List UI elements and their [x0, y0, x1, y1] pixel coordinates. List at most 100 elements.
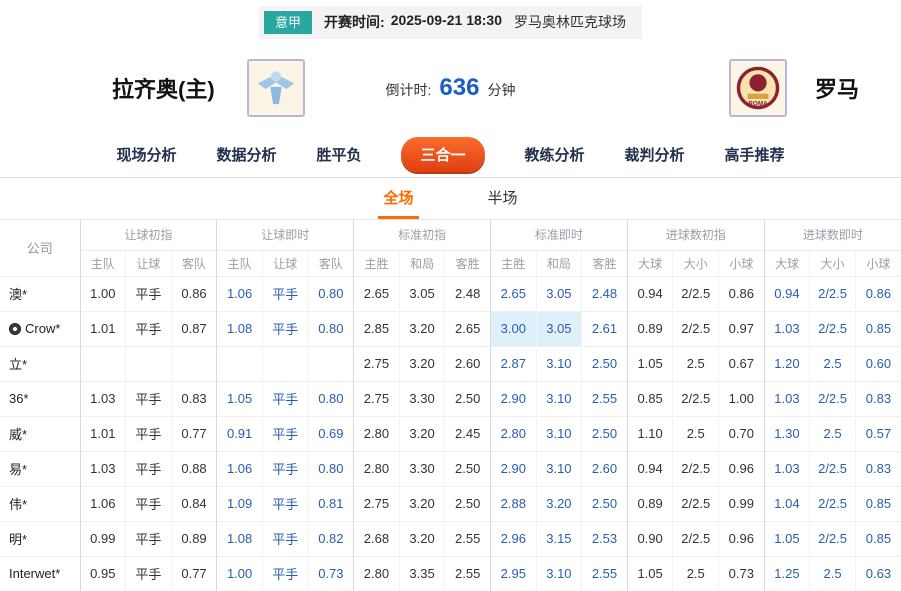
nav-tab-coach-analysis[interactable]: 教练分析: [525, 144, 585, 165]
odds-cell: 2/2.5: [810, 451, 856, 486]
odds-cell: 0.73: [719, 556, 765, 591]
home-team: 拉齐奥(主): [0, 59, 386, 117]
odds-cell: 2.48: [582, 276, 628, 311]
odds-cell: 2.65: [445, 311, 491, 346]
subtab-full-match[interactable]: 全场: [378, 187, 418, 219]
nav-tab-data-analysis[interactable]: 数据分析: [216, 144, 276, 165]
odds-cell: 0.96: [719, 521, 765, 556]
odds-cell: 0.95: [80, 556, 126, 591]
odds-cell: 0.85: [855, 521, 901, 556]
bookmaker-name[interactable]: 36*: [0, 381, 80, 416]
odds-cell: 2/2.5: [673, 451, 719, 486]
odds-cell: [217, 346, 263, 381]
odds-cell: 平手: [262, 311, 308, 346]
league-badge[interactable]: 意甲: [264, 11, 312, 34]
odds-cell: 1.10: [627, 416, 673, 451]
odds-cell: 0.83: [855, 381, 901, 416]
column-header: 客胜: [445, 250, 491, 276]
odds-cell: 2.75: [354, 381, 400, 416]
odds-cell: 平手: [262, 276, 308, 311]
group-header: 让球初指: [80, 220, 217, 250]
odds-cell: 平手: [126, 521, 172, 556]
odds-cell: 3.05: [399, 276, 445, 311]
odds-cell: 3.15: [536, 521, 582, 556]
nav-tab-referee-analysis[interactable]: 裁判分析: [625, 144, 685, 165]
bookmaker-name[interactable]: 澳*: [0, 276, 80, 311]
odds-cell: 2.50: [445, 381, 491, 416]
odds-cell: 0.57: [855, 416, 901, 451]
odds-cell: 平手: [126, 451, 172, 486]
odds-cell: 0.77: [171, 556, 217, 591]
odds-cell: 1.03: [764, 381, 810, 416]
odds-cell: 2/2.5: [810, 486, 856, 521]
match-header: 拉齐奥(主) 倒计时: 636 分钟 ROMA: [0, 44, 901, 132]
odds-cell: 0.73: [308, 556, 354, 591]
odds-cell: 2/2.5: [810, 381, 856, 416]
bookmaker-name[interactable]: 立*: [0, 346, 80, 381]
bookmaker-name[interactable]: 威*: [0, 416, 80, 451]
odds-cell: 平手: [262, 556, 308, 591]
nav-tab-expert-recommend[interactable]: 高手推荐: [725, 144, 785, 165]
bookmaker-name[interactable]: 明*: [0, 521, 80, 556]
odds-cell: 0.97: [719, 311, 765, 346]
bookmaker-name[interactable]: Interwet*: [0, 556, 80, 591]
odds-cell: 0.85: [855, 486, 901, 521]
lazio-eagle-icon: [253, 65, 299, 111]
countdown-value: 636: [439, 74, 479, 102]
bookmaker-name[interactable]: 易*: [0, 451, 80, 486]
column-header: 小球: [719, 250, 765, 276]
odds-cell: [262, 346, 308, 381]
column-header: 主队: [217, 250, 263, 276]
nav-tab-win-draw-lose[interactable]: 胜平负: [316, 144, 361, 165]
odds-cell: 2.96: [490, 521, 536, 556]
nav-tab-three-in-one[interactable]: 三合一: [401, 137, 484, 172]
odds-cell: 2.75: [354, 486, 400, 521]
scope-tabs: 全场 半场: [0, 178, 901, 220]
odds-cell: 平手: [126, 486, 172, 521]
odds-cell: 2.5: [810, 556, 856, 591]
odds-cell: 1.06: [217, 451, 263, 486]
group-header: 进球数初指: [627, 220, 764, 250]
odds-cell: 2.53: [582, 521, 628, 556]
bookmaker-row: Interwet*0.95平手0.771.00平手0.732.803.352.5…: [0, 556, 901, 591]
bookmaker-name[interactable]: Crow*: [0, 311, 80, 346]
nav-tab-live-analysis[interactable]: 现场分析: [116, 144, 176, 165]
odds-cell: 0.96: [719, 451, 765, 486]
group-header: 进球数即时: [764, 220, 901, 250]
odds-cell: 2.61: [582, 311, 628, 346]
odds-cell: 0.82: [308, 521, 354, 556]
odds-table: 公司让球初指让球即时标准初指标准即时进球数初指进球数即时主队让球客队主队让球客队…: [0, 220, 901, 591]
odds-cell: 2.5: [810, 416, 856, 451]
subtab-half-match[interactable]: 半场: [483, 187, 523, 219]
column-header: 主胜: [490, 250, 536, 276]
odds-cell: 1.01: [80, 311, 126, 346]
odds-cell: 1.01: [80, 416, 126, 451]
odds-cell: 2.80: [354, 556, 400, 591]
odds-cell: 0.63: [855, 556, 901, 591]
odds-cell: 0.94: [764, 276, 810, 311]
odds-cell: 平手: [262, 486, 308, 521]
odds-cell: 2.50: [445, 451, 491, 486]
odds-cell: 1.04: [764, 486, 810, 521]
odds-cell: 2.50: [582, 346, 628, 381]
column-header: 让球: [126, 250, 172, 276]
odds-cell: 1.25: [764, 556, 810, 591]
bookmaker-row: 澳*1.00平手0.861.06平手0.802.653.052.482.653.…: [0, 276, 901, 311]
odds-cell: 0.99: [719, 486, 765, 521]
odds-cell: 1.06: [80, 486, 126, 521]
odds-cell: 0.89: [627, 311, 673, 346]
odds-cell: 3.05: [536, 311, 582, 346]
countdown: 倒计时: 636 分钟: [386, 74, 516, 102]
odds-cell: 2.60: [582, 451, 628, 486]
odds-cell: 0.67: [719, 346, 765, 381]
bookmaker-row: 36*1.03平手0.831.05平手0.802.753.302.502.903…: [0, 381, 901, 416]
odds-cell: 0.89: [627, 486, 673, 521]
odds-cell: 3.10: [536, 381, 582, 416]
odds-cell: 0.87: [171, 311, 217, 346]
odds-cell: 2.80: [354, 451, 400, 486]
odds-cell: [126, 346, 172, 381]
odds-cell: 0.90: [627, 521, 673, 556]
bookmaker-name[interactable]: 伟*: [0, 486, 80, 521]
bookmaker-row: Crow*1.01平手0.871.08平手0.802.853.202.653.0…: [0, 311, 901, 346]
odds-cell: 0.91: [217, 416, 263, 451]
